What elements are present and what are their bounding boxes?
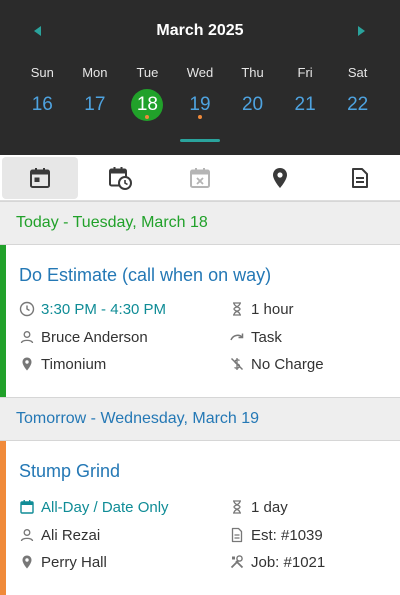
day-name: Wed xyxy=(186,65,214,80)
redo-arrow-icon xyxy=(230,333,244,341)
tab-notes[interactable] xyxy=(320,155,400,201)
event-time-text: 3:30 PM - 4:30 PM xyxy=(41,300,167,318)
tools-icon xyxy=(230,555,244,569)
event-person-text: Ali Rezai xyxy=(41,526,101,544)
event-estimate-text: Est: #1039 xyxy=(251,526,323,544)
tab-schedule[interactable] xyxy=(80,155,160,201)
hourglass-icon xyxy=(233,500,241,514)
day-number: 16 xyxy=(31,94,53,115)
event-title[interactable]: Do Estimate (call when on way) xyxy=(19,265,271,286)
event-card[interactable]: Do Estimate (call when on way) 3:30 PM -… xyxy=(0,245,400,397)
month-label: March 2025 xyxy=(156,22,244,39)
document-icon xyxy=(352,168,368,188)
event-status-bar xyxy=(0,245,6,397)
event-location: Perry Hall xyxy=(19,551,107,573)
clock-icon xyxy=(19,301,35,317)
week-days: Sun 16 Mon 17 Tue 18 Wed 19 Thu 20 Fri 2… xyxy=(16,65,384,125)
event-time: All-Day / Date Only xyxy=(19,496,169,518)
tab-cancelled[interactable] xyxy=(160,155,240,201)
person-icon xyxy=(20,331,34,344)
day-name: Fri xyxy=(297,65,313,80)
event-status-bar xyxy=(0,441,6,595)
event-job[interactable]: Job: #1021 xyxy=(229,551,325,573)
tomorrow-section-header: Tomorrow - Wednesday, March 19 xyxy=(0,397,400,441)
event-card[interactable]: Stump Grind All-Day / Date Only 1 day Al… xyxy=(0,441,400,595)
event-charge-text: No Charge xyxy=(251,355,324,373)
day-name: Tue xyxy=(136,65,159,80)
event-location-text: Perry Hall xyxy=(41,553,107,571)
day-thu[interactable]: Thu 20 xyxy=(226,65,279,125)
event-dot xyxy=(197,115,202,119)
view-tabs xyxy=(0,155,400,201)
calendar-clock-icon xyxy=(109,167,132,190)
calendar-cancel-icon xyxy=(190,168,210,188)
day-name: Sat xyxy=(347,65,368,80)
day-name: Sun xyxy=(30,65,54,80)
day-mon[interactable]: Mon 17 xyxy=(69,65,122,125)
week-drag-handle[interactable] xyxy=(180,139,220,142)
event-type-text: Task xyxy=(251,328,282,346)
event-location: Timonium xyxy=(19,353,106,375)
hourglass-icon xyxy=(233,302,241,316)
event-duration: 1 hour xyxy=(229,298,294,320)
event-time-text: All-Day / Date Only xyxy=(41,498,169,516)
next-week-arrow-icon[interactable] xyxy=(358,26,365,36)
event-duration-text: 1 hour xyxy=(251,300,294,318)
day-fri[interactable]: Fri 21 xyxy=(279,65,332,125)
day-sun[interactable]: Sun 16 xyxy=(16,65,69,125)
location-pin-icon xyxy=(22,357,32,371)
day-number: 22 xyxy=(347,94,369,115)
document-icon xyxy=(231,527,243,543)
event-job-text: Job: #1021 xyxy=(251,553,326,571)
tab-map[interactable] xyxy=(240,155,320,201)
day-number: 20 xyxy=(241,94,264,115)
event-person: Bruce Anderson xyxy=(19,326,148,348)
calendar-icon xyxy=(20,500,34,514)
map-pin-icon xyxy=(273,168,287,188)
event-location-text: Timonium xyxy=(41,355,107,373)
tab-day-view[interactable] xyxy=(0,155,80,201)
event-type: Task xyxy=(229,326,282,348)
no-charge-icon xyxy=(231,358,243,370)
event-charge: No Charge xyxy=(229,353,324,375)
day-wed[interactable]: Wed 19 xyxy=(174,65,227,125)
day-number: 17 xyxy=(84,94,106,115)
event-duration: 1 day xyxy=(229,496,288,518)
day-number: 21 xyxy=(294,94,316,115)
event-estimate[interactable]: Est: #1039 xyxy=(229,524,323,546)
week-calendar: March 2025 Sun 16 Mon 17 Tue 18 Wed 19 T… xyxy=(0,0,400,155)
day-tue-selected[interactable]: Tue 18 xyxy=(121,65,174,125)
location-pin-icon xyxy=(22,555,32,569)
day-name: Mon xyxy=(82,65,108,80)
event-person: Ali Rezai xyxy=(19,524,100,546)
day-sat[interactable]: Sat 22 xyxy=(331,65,384,125)
event-person-text: Bruce Anderson xyxy=(41,328,148,346)
event-time: 3:30 PM - 4:30 PM xyxy=(19,298,166,320)
today-section-header: Today - Tuesday, March 18 xyxy=(0,201,400,245)
calendar-day-icon xyxy=(30,168,50,188)
person-icon xyxy=(20,529,34,542)
event-duration-text: 1 day xyxy=(251,498,288,516)
event-title[interactable]: Stump Grind xyxy=(19,461,120,482)
day-name: Thu xyxy=(241,65,264,80)
